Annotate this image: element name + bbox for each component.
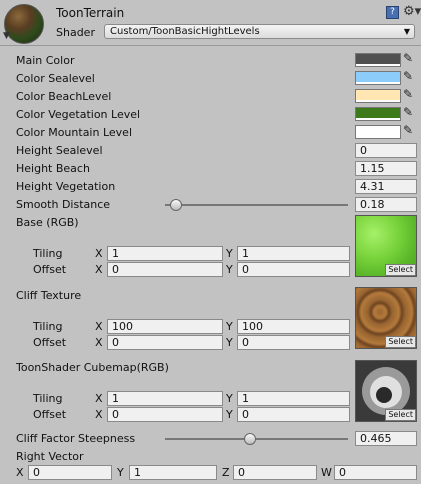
color-mountain-swatch[interactable] <box>355 125 401 139</box>
shader-dropdown-value: Custom/ToonBasicHightLevels <box>110 26 260 37</box>
eyedropper-icon[interactable]: ✎ <box>403 69 413 83</box>
color-mountain-label: Color Mountain Level <box>16 126 132 139</box>
right-vector-label: Right Vector <box>16 450 84 463</box>
cubemap-texture-slot[interactable]: Select <box>355 360 417 422</box>
height-beach-field[interactable]: 1.15 <box>355 161 417 176</box>
axis-y-label: Y <box>226 336 233 349</box>
smooth-distance-slider-handle[interactable] <box>169 199 182 211</box>
axis-y-label: Y <box>226 247 233 260</box>
foldout-arrow-icon[interactable]: ▼ <box>3 31 10 41</box>
tiling-label: Tiling <box>33 320 63 333</box>
offset-label: Offset <box>33 263 67 276</box>
cliff-tiling-y-field[interactable]: 100 <box>237 319 350 334</box>
gear-icon[interactable]: ⚙▾ <box>403 4 421 19</box>
main-color-swatch[interactable] <box>355 53 401 67</box>
cubemap-offset-y-field[interactable]: 0 <box>237 407 350 422</box>
color-beachlevel-swatch[interactable] <box>355 89 401 103</box>
cubemap-label: ToonShader Cubemap(RGB) <box>16 361 169 374</box>
shader-dropdown[interactable]: Custom/ToonBasicHightLevels ▼ <box>104 24 415 39</box>
color-vegetation-swatch[interactable] <box>355 107 401 121</box>
main-color-label: Main Color <box>16 54 75 67</box>
tiling-label: Tiling <box>33 392 63 405</box>
eyedropper-icon[interactable]: ✎ <box>403 123 413 137</box>
color-sealevel-swatch[interactable] <box>355 71 401 85</box>
cubemap-offset-x-field[interactable]: 0 <box>107 407 223 422</box>
height-beach-label: Height Beach <box>16 162 90 175</box>
offset-label: Offset <box>33 336 67 349</box>
axis-y-label: Y <box>226 408 233 421</box>
axis-x-label: X <box>95 408 103 421</box>
smooth-distance-slider-track[interactable] <box>165 204 348 206</box>
cliff-factor-slider-handle[interactable] <box>244 433 257 445</box>
eyedropper-icon[interactable]: ✎ <box>403 105 413 119</box>
select-button[interactable]: Select <box>385 336 416 348</box>
cliff-texture-slot[interactable]: Select <box>355 287 417 349</box>
axis-y-label: Y <box>226 263 233 276</box>
base-tiling-x-field[interactable]: 1 <box>107 246 223 261</box>
cubemap-tiling-x-field[interactable]: 1 <box>107 391 223 406</box>
height-vegetation-field[interactable]: 4.31 <box>355 179 417 194</box>
base-offset-y-field[interactable]: 0 <box>237 262 350 277</box>
alpha-bar <box>356 64 400 66</box>
cliff-factor-field[interactable]: 0.465 <box>355 431 417 446</box>
smooth-distance-field[interactable]: 0.18 <box>355 197 417 212</box>
alpha-bar <box>356 118 400 120</box>
axis-x-label: X <box>95 247 103 260</box>
tiling-label: Tiling <box>33 247 63 260</box>
cliff-factor-label: Cliff Factor Steepness <box>16 432 136 445</box>
axis-x-label: X <box>95 392 103 405</box>
axis-y-label: Y <box>117 466 124 479</box>
axis-x-label: X <box>95 336 103 349</box>
offset-label: Offset <box>33 408 67 421</box>
axis-z-label: Z <box>222 466 230 479</box>
color-beachlevel-label: Color BeachLevel <box>16 90 112 103</box>
material-title: ToonTerrain <box>56 6 125 20</box>
material-preview-thumbnail <box>4 4 44 44</box>
chevron-down-icon: ▼ <box>403 27 410 36</box>
base-texture-slot[interactable]: Select <box>355 215 417 277</box>
right-vector-w-field[interactable]: 0 <box>334 465 417 480</box>
shader-label: Shader <box>56 26 95 39</box>
axis-x-label: X <box>95 320 103 333</box>
base-tiling-y-field[interactable]: 1 <box>237 246 350 261</box>
cliff-factor-slider-track[interactable] <box>165 438 348 440</box>
right-vector-z-field[interactable]: 0 <box>233 465 317 480</box>
select-button[interactable]: Select <box>385 409 416 421</box>
right-vector-y-field[interactable]: 1 <box>129 465 217 480</box>
axis-y-label: Y <box>226 320 233 333</box>
height-sealevel-label: Height Sealevel <box>16 144 103 157</box>
help-book-icon[interactable]: ? <box>386 6 399 19</box>
axis-y-label: Y <box>226 392 233 405</box>
axis-x-label: X <box>16 466 24 479</box>
cliff-offset-x-field[interactable]: 0 <box>107 335 223 350</box>
color-vegetation-label: Color Vegetation Level <box>16 108 141 121</box>
alpha-bar <box>356 82 400 84</box>
color-sealevel-label: Color Sealevel <box>16 72 95 85</box>
base-offset-x-field[interactable]: 0 <box>107 262 223 277</box>
cubemap-tiling-y-field[interactable]: 1 <box>237 391 350 406</box>
height-vegetation-label: Height Vegetation <box>16 180 116 193</box>
eyedropper-icon[interactable]: ✎ <box>403 51 413 65</box>
cliff-offset-y-field[interactable]: 0 <box>237 335 350 350</box>
base-texture-label: Base (RGB) <box>16 216 79 229</box>
alpha-bar <box>356 100 400 102</box>
height-sealevel-field[interactable]: 0 <box>355 143 417 158</box>
alpha-bar <box>356 136 400 138</box>
select-button[interactable]: Select <box>385 264 416 276</box>
axis-w-label: W <box>321 466 332 479</box>
smooth-distance-label: Smooth Distance <box>16 198 111 211</box>
right-vector-x-field[interactable]: 0 <box>28 465 112 480</box>
axis-x-label: X <box>95 263 103 276</box>
cliff-texture-label: Cliff Texture <box>16 289 82 302</box>
eyedropper-icon[interactable]: ✎ <box>403 87 413 101</box>
cliff-tiling-x-field[interactable]: 100 <box>107 319 223 334</box>
